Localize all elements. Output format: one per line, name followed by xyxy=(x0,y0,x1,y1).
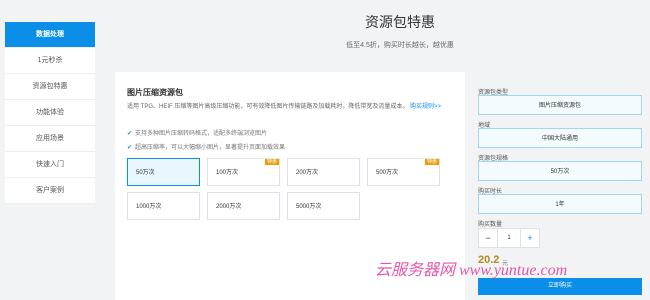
buy-now-button[interactable]: 立即购买 xyxy=(478,278,642,295)
discount-badge: 特惠 xyxy=(424,159,439,165)
option-label: 1000万次 xyxy=(136,204,162,210)
description-text: 适用 TPG、HEIF 压缩等图片高级压缩功能，可有效降低图片传输链路及加载耗时… xyxy=(127,104,409,110)
option-label: 200万次 xyxy=(296,170,319,176)
discount-badge: 特惠 xyxy=(264,159,279,165)
option-label: 5000万次 xyxy=(296,204,322,210)
sidebar-item-use-cases[interactable]: 应用场景 xyxy=(5,126,95,152)
plus-button[interactable]: + xyxy=(521,229,539,247)
sidebar-item-flash-sale[interactable]: 1元秒杀 xyxy=(5,48,95,74)
package-type-field[interactable]: 图片压缩资源包 xyxy=(478,95,642,115)
option-label: 500万次 xyxy=(376,170,399,176)
option-200w[interactable]: 200万次 xyxy=(287,158,360,186)
option-500w[interactable]: 500万次 特惠 xyxy=(367,158,440,186)
feature-text: 超高压缩率，可以大幅缩小图片，显著提升页面加载效果 xyxy=(135,145,286,151)
sidebar-item-package-deals[interactable]: 资源包特惠 xyxy=(5,74,95,100)
sidebar: 数据处理 1元秒杀 资源包特惠 功能体验 应用场景 快速入门 客户案例 xyxy=(5,22,95,204)
sidebar-item-feature-trial[interactable]: 功能体验 xyxy=(5,100,95,126)
package-spec-field[interactable]: 50万次 xyxy=(478,161,642,181)
watermark: 云服务器网 www.yuntue.com xyxy=(375,262,568,279)
sidebar-item-customer-cases[interactable]: 客户案例 xyxy=(5,178,95,204)
feature-item: ✔ 支持多种图片压缩转码格式，适配多终端浏览图片 xyxy=(127,128,267,137)
option-1000w[interactable]: 1000万次 xyxy=(127,192,200,220)
check-icon: ✔ xyxy=(127,131,133,137)
page-subtitle: 低至4.5折，购买时长越长，越优惠 xyxy=(346,42,454,49)
feature-item: ✔ 超高压缩率，可以大幅缩小图片，显著提升页面加载效果 xyxy=(127,142,285,151)
card-description: 适用 TPG、HEIF 压缩等图片高级压缩功能，可有效降低图片传输链路及加载耗时… xyxy=(127,103,452,111)
minus-button[interactable]: − xyxy=(479,229,497,247)
region-field[interactable]: 中国大陆通用 xyxy=(478,128,642,148)
sidebar-item-data-processing[interactable]: 数据处理 xyxy=(5,22,95,48)
quantity-input[interactable]: 1 xyxy=(497,229,521,247)
quantity-label: 购买数量 xyxy=(478,222,503,228)
option-label: 100万次 xyxy=(216,170,239,176)
option-2000w[interactable]: 2000万次 xyxy=(207,192,280,220)
option-label: 2000万次 xyxy=(216,204,242,210)
card-title: 图片压缩资源包 xyxy=(127,88,183,97)
check-icon: ✔ xyxy=(127,145,133,151)
option-label: 50万次 xyxy=(136,170,155,176)
option-5000w[interactable]: 5000万次 xyxy=(287,192,360,220)
purchase-rules-link[interactable]: 购买规则>> xyxy=(410,104,441,110)
page-title: 资源包特惠 xyxy=(365,14,435,30)
duration-field[interactable]: 1年 xyxy=(478,194,642,214)
quantity-stepper: − 1 + xyxy=(478,228,540,248)
option-100w[interactable]: 100万次 特惠 xyxy=(207,158,280,186)
sidebar-item-quick-start[interactable]: 快速入门 xyxy=(5,152,95,178)
feature-text: 支持多种图片压缩转码格式，适配多终端浏览图片 xyxy=(135,131,268,137)
option-50w[interactable]: 50万次 xyxy=(127,158,200,186)
